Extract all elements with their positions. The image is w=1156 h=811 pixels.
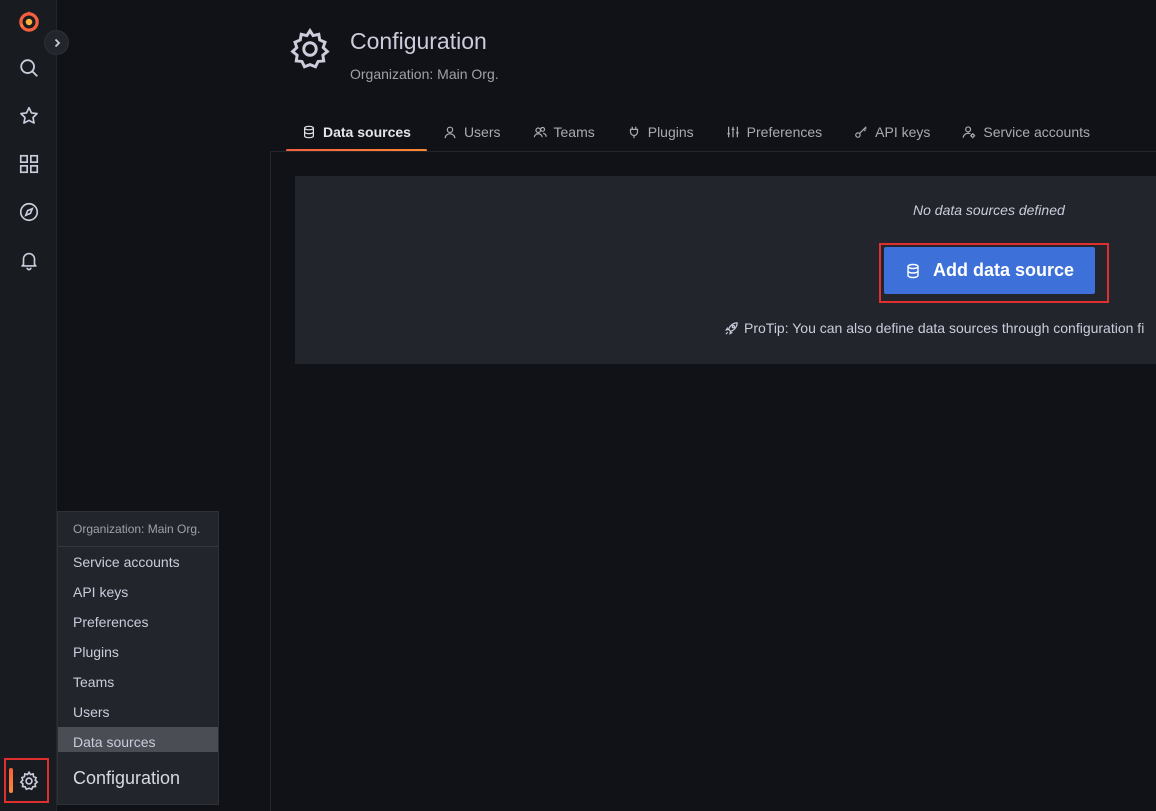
star-icon[interactable]	[0, 96, 57, 136]
menu-item-preferences[interactable]: Preferences	[58, 607, 218, 637]
flyout-footer-title[interactable]: Configuration	[58, 752, 218, 804]
protip: ProTip: You can also define data sources…	[724, 320, 1144, 336]
tab-label: Plugins	[647, 124, 694, 140]
tab-preferences[interactable]: Preferences	[710, 112, 838, 152]
configuration-menu-button[interactable]	[4, 758, 49, 803]
menu-item-users[interactable]: Users	[58, 697, 218, 727]
config-tabs: Data sources Users Teams Plugins Prefere…	[286, 112, 1106, 152]
sliders-icon	[726, 126, 739, 138]
add-data-source-label: Add data source	[932, 260, 1075, 280]
tab-users[interactable]: Users	[427, 112, 517, 152]
database-icon	[304, 125, 314, 139]
tab-plugins[interactable]: Plugins	[611, 112, 710, 152]
tab-label: Users	[463, 124, 501, 140]
tabs-divider	[270, 151, 1156, 152]
tab-teams[interactable]: Teams	[517, 112, 611, 152]
menu-item-plugins[interactable]: Plugins	[58, 637, 218, 667]
active-indicator	[9, 768, 13, 793]
tab-service-accounts[interactable]: Service accounts	[946, 112, 1106, 152]
tab-label: Service accounts	[983, 124, 1090, 140]
gear-icon	[19, 770, 39, 790]
tab-data-sources[interactable]: Data sources	[286, 112, 427, 152]
plug-icon	[629, 126, 638, 139]
menu-item-service-accounts[interactable]: Service accounts	[58, 547, 218, 577]
tab-label: API keys	[875, 124, 931, 140]
side-menu	[0, 0, 57, 811]
search-icon[interactable]	[0, 48, 57, 88]
menu-item-api-keys[interactable]: API keys	[58, 577, 218, 607]
rocket-icon	[725, 321, 738, 335]
user-icon	[444, 126, 456, 139]
explore-compass-icon[interactable]	[0, 192, 57, 232]
protip-text: ProTip: You can also define data sources…	[744, 320, 1145, 336]
flyout-header: Organization: Main Org.	[58, 512, 218, 547]
users-icon	[533, 126, 547, 138]
database-icon	[907, 263, 919, 278]
dashboards-icon[interactable]	[0, 144, 57, 184]
menu-item-teams[interactable]: Teams	[58, 667, 218, 697]
expand-menu-button[interactable]	[44, 30, 69, 55]
tab-label: Preferences	[746, 124, 823, 140]
tab-api-keys[interactable]: API keys	[838, 112, 946, 152]
page-subtitle: Organization: Main Org.	[350, 66, 499, 82]
user-cog-icon	[963, 126, 976, 139]
page-title: Configuration	[350, 28, 487, 54]
key-icon	[855, 126, 867, 138]
configuration-flyout-menu: Organization: Main Org. Service accounts…	[57, 511, 219, 805]
tab-label: Teams	[553, 124, 595, 140]
empty-state-title: No data sources defined	[913, 202, 1065, 218]
configuration-gear-icon	[290, 27, 330, 69]
content-left-border	[270, 151, 271, 811]
add-data-source-button[interactable]: Add data source	[884, 247, 1095, 294]
tab-label: Data sources	[323, 124, 411, 140]
alerting-bell-icon[interactable]	[0, 240, 57, 280]
